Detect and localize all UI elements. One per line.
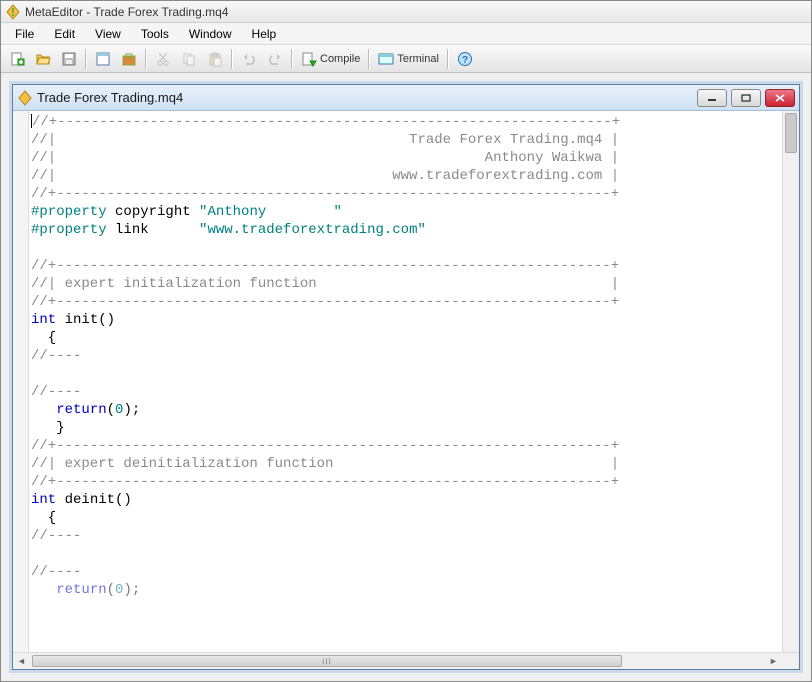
- menu-help[interactable]: Help: [242, 24, 287, 44]
- toolbar-separator: [85, 49, 87, 69]
- app-icon: [5, 4, 21, 20]
- editor-gutter: [13, 111, 29, 652]
- horizontal-scrollbar[interactable]: ◄ III ►: [13, 652, 799, 669]
- menu-tools[interactable]: Tools: [131, 24, 179, 44]
- app-title: MetaEditor - Trade Forex Trading.mq4: [25, 5, 228, 19]
- undo-button[interactable]: [237, 48, 261, 70]
- toolbar-separator: [447, 49, 449, 69]
- scrollbar-thumb[interactable]: [785, 113, 797, 153]
- menu-view[interactable]: View: [85, 24, 131, 44]
- terminal-button[interactable]: Terminal: [374, 48, 443, 70]
- vertical-scrollbar[interactable]: [782, 111, 799, 652]
- document-title: Trade Forex Trading.mq4: [37, 90, 697, 105]
- toolbar-separator: [145, 49, 147, 69]
- cut-button[interactable]: [151, 48, 175, 70]
- toolbar: Compile Terminal ?: [1, 45, 811, 73]
- help-button[interactable]: ?: [453, 48, 477, 70]
- open-file-button[interactable]: [31, 48, 55, 70]
- document-window: Trade Forex Trading.mq4 //+-------------…: [12, 84, 800, 670]
- scrollbar-thumb[interactable]: III: [32, 655, 622, 667]
- editor-mdi-area: Trade Forex Trading.mq4 //+-------------…: [4, 76, 808, 678]
- paste-button[interactable]: [203, 48, 227, 70]
- scroll-right-arrow[interactable]: ►: [765, 653, 782, 670]
- menu-file[interactable]: File: [5, 24, 44, 44]
- menu-window[interactable]: Window: [179, 24, 242, 44]
- close-button[interactable]: [765, 89, 795, 107]
- compile-button[interactable]: Compile: [297, 48, 364, 70]
- document-titlebar[interactable]: Trade Forex Trading.mq4: [13, 85, 799, 111]
- toolbar-separator: [291, 49, 293, 69]
- save-button[interactable]: [57, 48, 81, 70]
- menu-edit[interactable]: Edit: [44, 24, 85, 44]
- redo-button[interactable]: [263, 48, 287, 70]
- svg-text:?: ?: [462, 55, 468, 66]
- document-icon: [17, 90, 33, 106]
- compile-label: Compile: [320, 53, 360, 65]
- minimize-button[interactable]: [697, 89, 727, 107]
- scroll-left-arrow[interactable]: ◄: [13, 653, 30, 670]
- toolbar-separator: [231, 49, 233, 69]
- toolbox-button[interactable]: [117, 48, 141, 70]
- menubar: File Edit View Tools Window Help: [1, 23, 811, 45]
- copy-button[interactable]: [177, 48, 201, 70]
- maximize-button[interactable]: [731, 89, 761, 107]
- toolbar-separator: [368, 49, 370, 69]
- new-file-button[interactable]: [5, 48, 29, 70]
- app-titlebar: MetaEditor - Trade Forex Trading.mq4: [1, 1, 811, 23]
- terminal-label: Terminal: [397, 53, 439, 65]
- navigator-button[interactable]: [91, 48, 115, 70]
- code-content[interactable]: //+-------------------------------------…: [29, 111, 782, 601]
- code-editor[interactable]: //+-------------------------------------…: [13, 111, 799, 652]
